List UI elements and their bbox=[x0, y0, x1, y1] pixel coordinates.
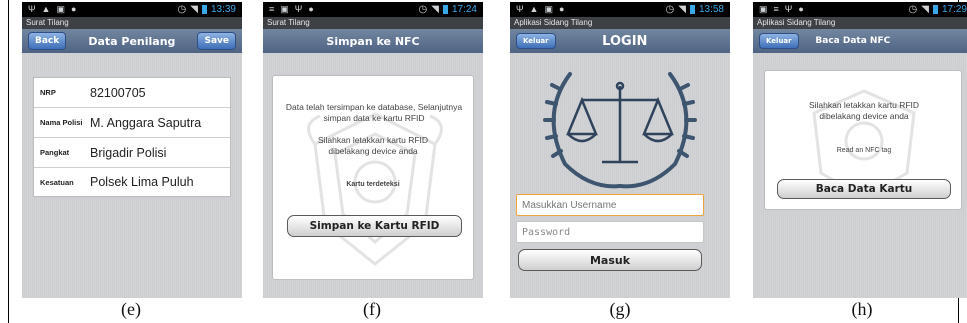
save-button[interactable]: Save bbox=[197, 32, 236, 50]
game-icon: ● bbox=[70, 4, 78, 14]
saved-message: Data telah tersimpan ke database, Selanj… bbox=[285, 102, 463, 123]
page-title: Baca Data NFC bbox=[815, 36, 891, 46]
row-label: Kesatuan bbox=[40, 177, 74, 187]
login-button[interactable]: Masuk bbox=[518, 249, 702, 271]
screen-f: ≡ ▣ Ψ ● ◷ ◥ 17:24 Surat Tilang Simpan ke NFC … bbox=[263, 2, 483, 298]
wifi-icon: ◥ bbox=[921, 4, 929, 15]
app-title: Aplikasi Sidang Tilang bbox=[753, 17, 967, 29]
usb-icon: Ψ bbox=[784, 4, 794, 14]
action-bar: Back Data Penilang Save bbox=[22, 29, 242, 53]
phone-screen: ≡ ▣ Ψ ● ◷ ◥ 17:24 Surat Tilang Simpan ke NFC … bbox=[263, 2, 483, 298]
notification-icons: ≡ ▣ Ψ ● bbox=[269, 4, 315, 15]
action-bar: Simpan ke NFC bbox=[263, 29, 483, 53]
card-detected-label: Kartu terdeteksi bbox=[346, 181, 400, 188]
scales-of-justice-logo bbox=[543, 72, 697, 189]
alarm-icon: ◷ bbox=[418, 4, 428, 15]
menu-icon: ≡ bbox=[773, 4, 780, 14]
action-bar: Keluar LOGIN bbox=[510, 29, 730, 53]
data-row-pangkat: Pangkat Brigadir Polisi bbox=[34, 138, 230, 168]
wifi-icon: ◥ bbox=[678, 4, 686, 15]
data-card: NRP 82100705 Nama Polisi M. Anggara Sapu… bbox=[33, 77, 231, 197]
app-title: Surat Tilang bbox=[22, 17, 242, 29]
row-value[interactable]: M. Anggara Saputra bbox=[90, 116, 201, 130]
alarm-icon: ◷ bbox=[177, 4, 187, 15]
action-bar: Keluar Baca Data NFC bbox=[753, 29, 967, 53]
instruction-message: Silahkan letakkan kartu RFID dibelakang … bbox=[808, 100, 920, 121]
menu-icon: ≡ bbox=[269, 4, 276, 14]
caption-e: (e) bbox=[121, 299, 141, 319]
read-card-button[interactable]: Baca Data Kartu bbox=[777, 179, 951, 199]
caption-f: (f) bbox=[363, 299, 381, 319]
usb-icon: Ψ bbox=[28, 4, 37, 14]
battery-icon bbox=[442, 5, 448, 14]
data-row-kesatuan: Kesatuan Polsek Lima Puluh bbox=[34, 168, 230, 196]
nfc-card: Data telah tersimpan ke database, Selanj… bbox=[272, 75, 474, 280]
row-value[interactable]: Polsek Lima Puluh bbox=[90, 175, 194, 189]
battery-icon bbox=[932, 5, 938, 14]
clock: 13:58 bbox=[698, 4, 724, 15]
clock: 17:24 bbox=[451, 4, 477, 15]
game-icon: ● bbox=[798, 4, 805, 14]
exit-button[interactable]: Keluar bbox=[759, 33, 799, 49]
wifi-icon: ◥ bbox=[190, 4, 198, 15]
page-title: Simpan ke NFC bbox=[326, 34, 420, 48]
game-icon: ● bbox=[308, 4, 315, 14]
usb-icon: Ψ bbox=[294, 4, 304, 14]
save-to-rfid-button[interactable]: Simpan ke Kartu RFID bbox=[287, 215, 462, 237]
instruction-message: Silahkan letakkan kartu RFID dibelakang … bbox=[317, 135, 429, 156]
notification-icons: Ψ ▲ ▣ ● bbox=[516, 4, 565, 15]
status-bar: ▣ ≡ Ψ ● ◷ ◥ 17:29 bbox=[753, 2, 967, 17]
nfc-read-card: Silahkan letakkan kartu RFID dibelakang … bbox=[764, 70, 962, 210]
notification-icons: ▣ ≡ Ψ ● bbox=[759, 4, 805, 15]
image-icon: ▣ bbox=[56, 4, 66, 14]
screen-g: Ψ ▲ ▣ ● ◷ ◥ 13:58 Aplikasi Sidang Tilang Kelu… bbox=[510, 2, 730, 298]
data-row-nama: Nama Polisi M. Anggara Saputra bbox=[34, 108, 230, 138]
warning-icon: ▲ bbox=[529, 4, 540, 14]
page-title: LOGIN bbox=[602, 33, 648, 49]
status-bar: ≡ ▣ Ψ ● ◷ ◥ 17:24 bbox=[263, 2, 483, 17]
screen-h: ▣ ≡ Ψ ● ◷ ◥ 17:29 Aplikasi Sidang Tilang Kelu… bbox=[753, 2, 967, 298]
app-title: Aplikasi Sidang Tilang bbox=[510, 17, 730, 29]
data-row-nrp: NRP 82100705 bbox=[34, 78, 230, 108]
row-label: NRP bbox=[40, 88, 56, 97]
status-bar: Ψ ▲ ▣ ● ◷ ◥ 13:58 bbox=[510, 2, 730, 17]
caption-h: (h) bbox=[851, 299, 873, 319]
password-input[interactable]: Password bbox=[516, 221, 704, 243]
nfc-status-label: Read an NFC tag bbox=[836, 147, 892, 154]
status-icons: ◷ ◥ 17:24 bbox=[419, 4, 477, 15]
clock: 17:29 bbox=[941, 4, 967, 15]
alarm-icon: ◷ bbox=[908, 4, 918, 15]
row-label: Pangkat bbox=[40, 148, 70, 157]
battery-icon bbox=[689, 5, 695, 14]
status-icons: ◷ ◥ 13:58 bbox=[666, 4, 724, 15]
clock: 13:39 bbox=[210, 4, 236, 15]
wifi-icon: ◥ bbox=[431, 4, 439, 15]
screen-e: Ψ ▲ ▣ ● ◷ ◥ 13:39 Surat Tilang Back Data Peni… bbox=[22, 2, 242, 298]
phone-screen: Ψ ▲ ▣ ● ◷ ◥ 13:58 Aplikasi Sidang Tilang Kelu… bbox=[510, 2, 730, 298]
username-input[interactable]: Masukkan Username bbox=[516, 194, 704, 216]
caption-g: (g) bbox=[609, 299, 631, 319]
row-label: Nama Polisi bbox=[40, 118, 83, 127]
status-icons: ◷ ◥ 17:29 bbox=[909, 4, 967, 15]
page-title: Data Penilang bbox=[88, 34, 176, 48]
warning-icon: ▲ bbox=[41, 4, 52, 14]
row-value[interactable]: 82100705 bbox=[90, 86, 146, 100]
row-value[interactable]: Brigadir Polisi bbox=[90, 146, 166, 160]
back-button[interactable]: Back bbox=[28, 32, 67, 50]
status-icons: ◷ ◥ 13:39 bbox=[178, 4, 236, 15]
image-icon: ▣ bbox=[759, 4, 769, 14]
battery-icon bbox=[201, 5, 207, 14]
image-icon: ▣ bbox=[280, 4, 290, 14]
phone-screen: ▣ ≡ Ψ ● ◷ ◥ 17:29 Aplikasi Sidang Tilang Kelu… bbox=[753, 2, 967, 298]
image-icon: ▣ bbox=[544, 4, 554, 14]
exit-button[interactable]: Keluar bbox=[516, 33, 556, 49]
status-bar: Ψ ▲ ▣ ● ◷ ◥ 13:39 bbox=[22, 2, 242, 17]
game-icon: ● bbox=[558, 4, 566, 14]
alarm-icon: ◷ bbox=[665, 4, 675, 15]
notification-icons: Ψ ▲ ▣ ● bbox=[28, 4, 77, 15]
usb-icon: Ψ bbox=[516, 4, 525, 14]
phone-screen: Ψ ▲ ▣ ● ◷ ◥ 13:39 Surat Tilang Back Data Peni… bbox=[22, 2, 242, 298]
left-border bbox=[8, 0, 9, 323]
app-title: Surat Tilang bbox=[263, 17, 483, 29]
